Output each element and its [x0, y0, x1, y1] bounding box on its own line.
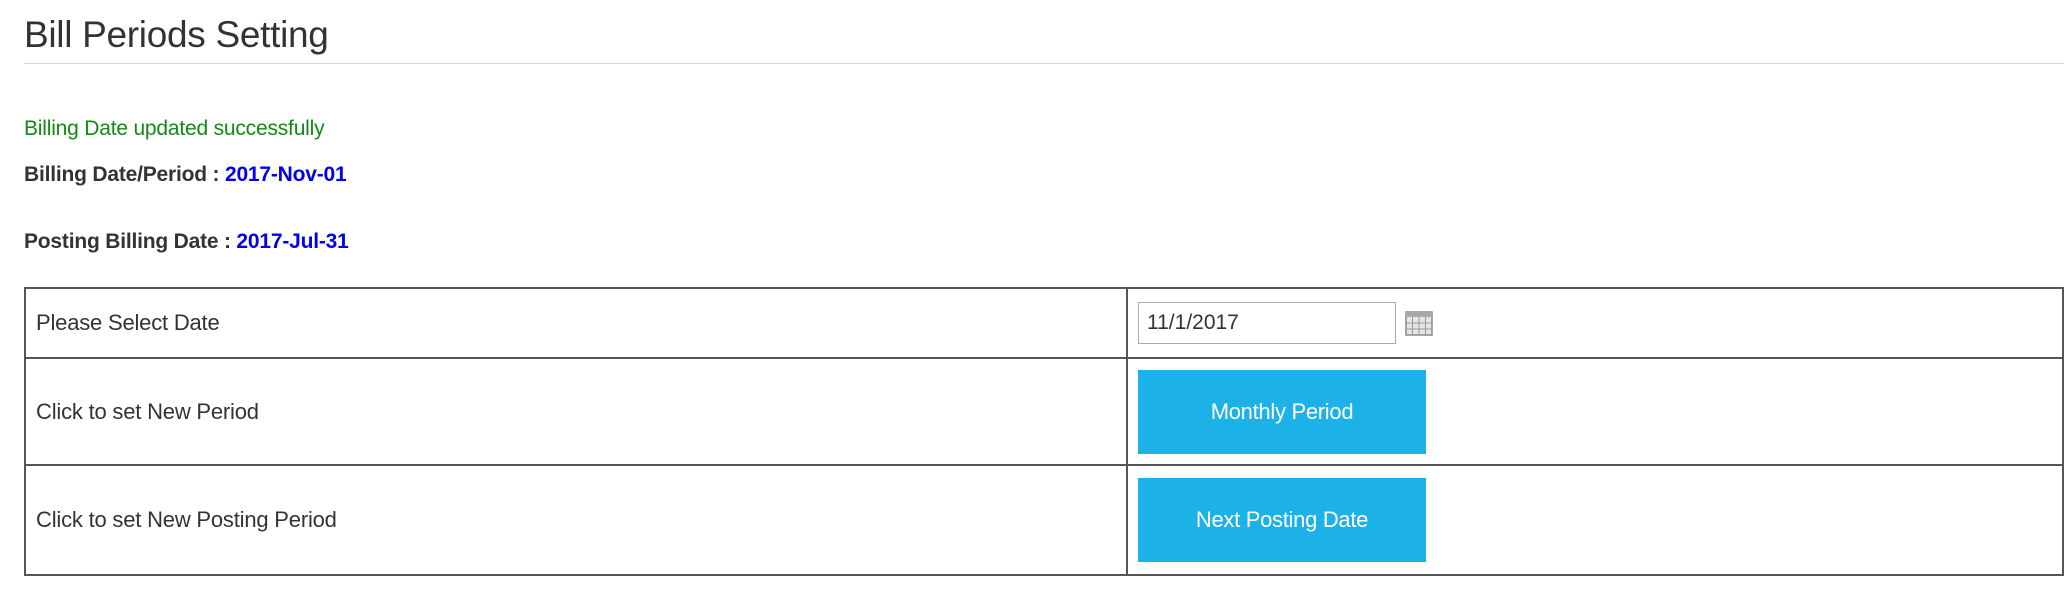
- new-period-label: Click to set New Period: [24, 357, 1128, 466]
- select-date-label: Please Select Date: [24, 287, 1128, 359]
- new-posting-period-cell: Next Posting Date: [1126, 464, 2064, 576]
- billing-date-value: 2017-Nov-01: [224, 163, 347, 186]
- calendar-icon[interactable]: [1404, 308, 1434, 338]
- table-row: Click to set New Period Monthly Period: [24, 357, 2064, 466]
- new-posting-period-label: Click to set New Posting Period: [24, 464, 1128, 576]
- posting-date-line: Posting Billing Date : 2017-Jul-31: [24, 230, 349, 254]
- table-row: Please Select Date: [24, 287, 2064, 359]
- billing-date-label: Billing Date/Period :: [24, 163, 225, 186]
- next-posting-date-button[interactable]: Next Posting Date: [1138, 478, 1426, 562]
- posting-date-value: 2017-Jul-31: [236, 230, 349, 253]
- select-date-cell: [1126, 287, 2064, 359]
- settings-table: Please Select Date 11/1/2017 Click to se…: [24, 287, 2064, 576]
- page-title: Bill Periods Setting: [24, 14, 329, 55]
- new-period-cell: Monthly Period: [1126, 357, 2064, 466]
- success-message: Billing Date updated successfully: [24, 117, 325, 140]
- date-input[interactable]: [1138, 302, 1396, 344]
- billing-date-line: Billing Date/Period : 2017-Nov-01: [24, 163, 347, 187]
- title-divider: [24, 63, 2064, 64]
- posting-date-label: Posting Billing Date :: [24, 230, 237, 253]
- monthly-period-button[interactable]: Monthly Period: [1138, 369, 1426, 454]
- table-row: Click to set New Posting Period Next Pos…: [24, 464, 2064, 576]
